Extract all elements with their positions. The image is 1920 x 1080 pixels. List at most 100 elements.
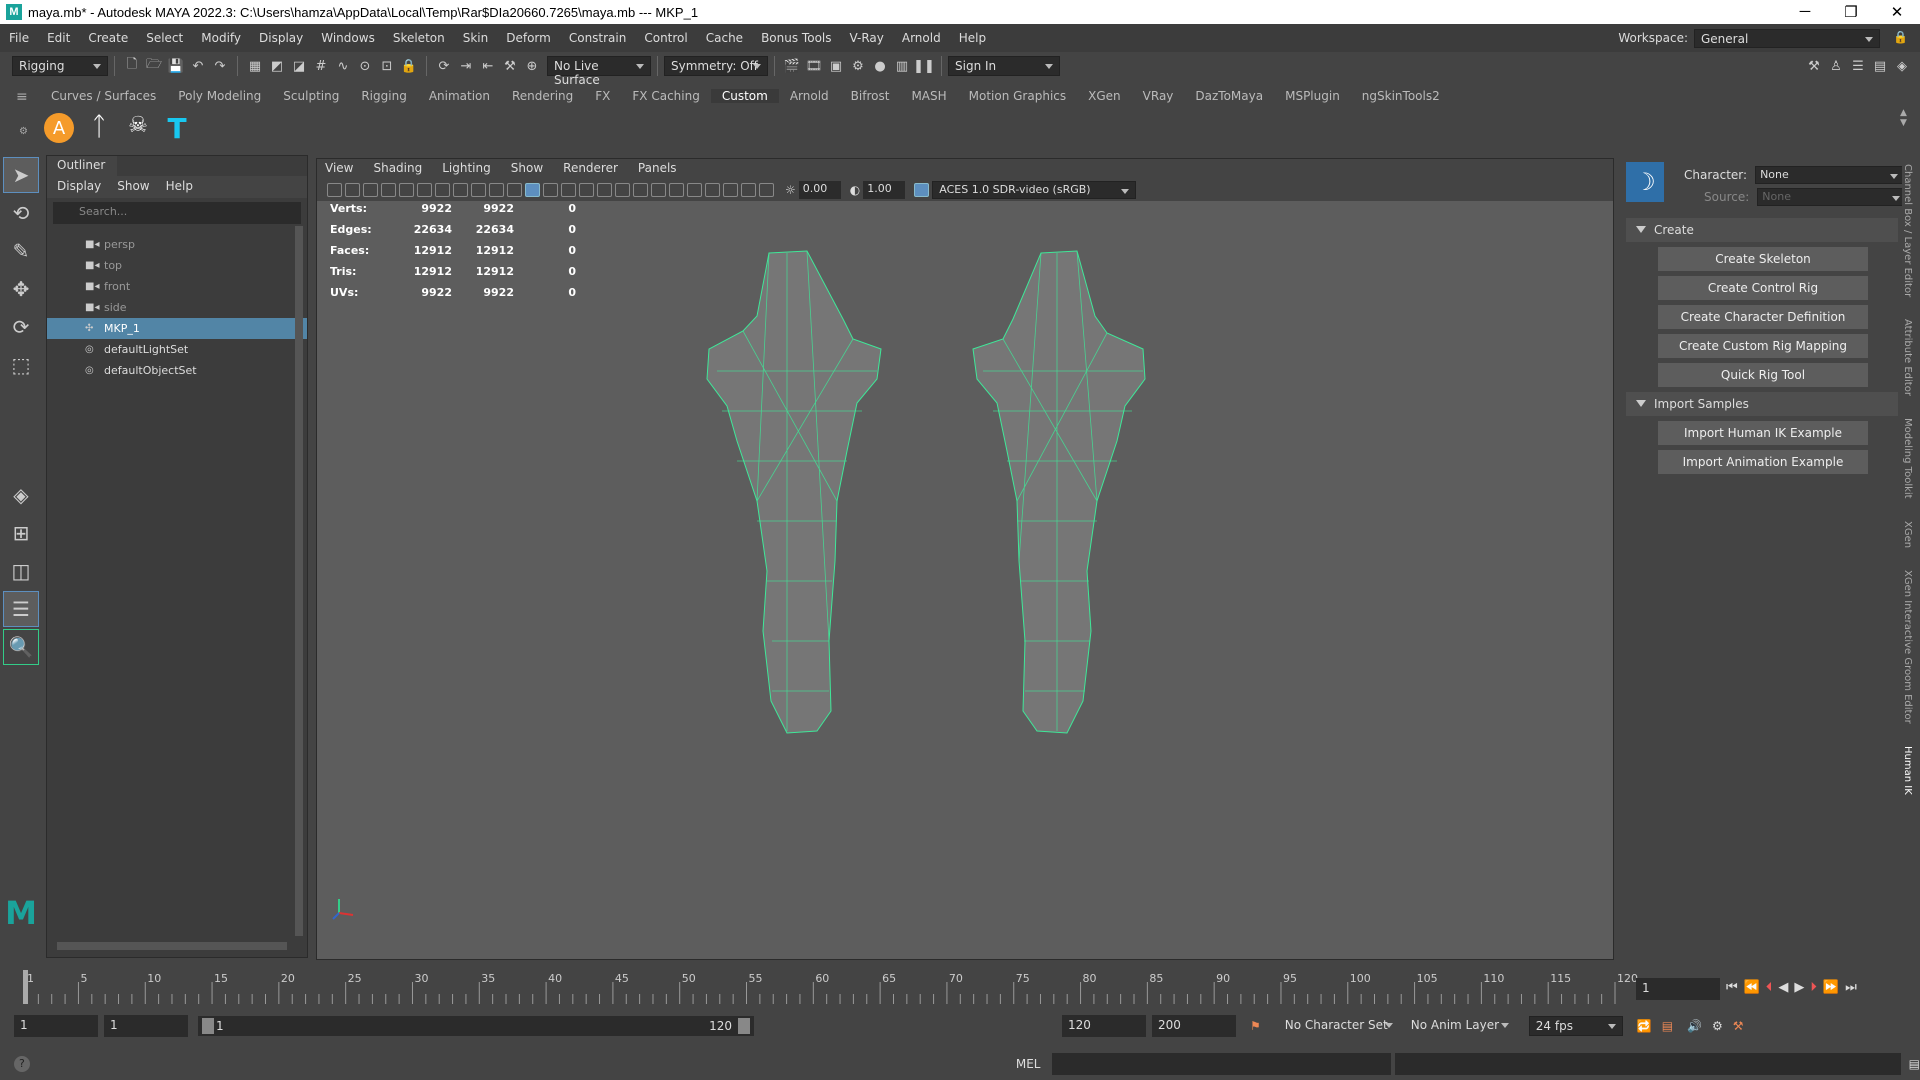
move-tool-icon[interactable]: ✥ <box>3 271 39 307</box>
time-slider[interactable]: 1 5 10 15 20 25 30 35 40 45 50 55 60 65 70 75 80 85 90 95 10… <box>0 968 1920 1012</box>
scene-end-field[interactable]: 200 <box>1152 1015 1236 1037</box>
film-gate-icon[interactable] <box>417 183 432 197</box>
tab-xgen-groom-editor[interactable]: XGen Interactive Groom Editor <box>1902 570 1913 724</box>
wireframe-icon[interactable] <box>525 183 540 197</box>
scale-tool-icon[interactable]: ⬚ <box>3 347 39 383</box>
menu-cache[interactable]: Cache <box>697 31 752 45</box>
tab-human-ik[interactable]: Human IK <box>1902 746 1913 795</box>
two-view-icon[interactable]: ◫ <box>3 553 39 589</box>
redo-icon[interactable]: ↷ <box>210 56 230 76</box>
shelf-tab-bifrost[interactable]: Bifrost <box>840 89 901 103</box>
save-scene-icon[interactable]: 💾 <box>166 56 186 76</box>
viewport-menu-view[interactable]: View <box>325 161 353 177</box>
range-slider[interactable]: 1 120 <box>198 1016 754 1036</box>
auto-key-icon[interactable]: ⚑ <box>1250 1019 1261 1033</box>
loop-icon[interactable]: 🔁 <box>1637 1019 1652 1033</box>
exposure-field[interactable]: 0.00 <box>798 181 841 199</box>
field-chart-icon[interactable] <box>471 183 486 197</box>
menu-deform[interactable]: Deform <box>497 31 560 45</box>
scene-start-field[interactable]: 1 <box>14 1015 98 1037</box>
shelf-tab-custom[interactable]: Custom <box>710 89 779 103</box>
playback-end-field[interactable]: 120 <box>1062 1015 1146 1037</box>
step-forward-frame-icon[interactable]: ⏵ <box>1810 980 1817 995</box>
outliner-vertical-scrollbar[interactable] <box>295 226 303 936</box>
shelf-tab-daztomaya[interactable]: DazToMaya <box>1184 89 1274 103</box>
select-by-object-icon[interactable]: ◩ <box>267 56 287 76</box>
step-back-key-icon[interactable]: ⏪ <box>1744 980 1760 995</box>
skull-shelf-icon[interactable]: ☠ <box>124 113 152 143</box>
help-icon[interactable]: ? <box>14 1055 30 1072</box>
shelf-tab-rigging[interactable]: Rigging <box>350 89 417 103</box>
camera-select-icon[interactable] <box>327 183 342 197</box>
create-section-header[interactable]: Create <box>1626 218 1898 242</box>
menu-skeleton[interactable]: Skeleton <box>384 31 454 45</box>
snap-curve-icon[interactable]: ∿ <box>333 56 353 76</box>
shelf-tab-curves-surfaces[interactable]: Curves / Surfaces <box>40 89 167 103</box>
menuset-dropdown[interactable]: Rigging <box>12 56 108 76</box>
render-view-icon[interactable]: 🎬 <box>782 56 802 76</box>
backface-icon[interactable] <box>759 183 774 197</box>
viewport-menu-show[interactable]: Show <box>511 161 543 177</box>
shelf-tab-motion-graphics[interactable]: Motion Graphics <box>958 89 1078 103</box>
shelf-tab-sculpting[interactable]: Sculpting <box>272 89 350 103</box>
outliner-menu-display[interactable]: Display <box>57 179 101 195</box>
grid-toggle-icon[interactable] <box>399 183 414 197</box>
isolate-select-icon[interactable] <box>705 183 720 197</box>
bookmark-icon[interactable] <box>363 183 378 197</box>
resolution-gate-icon[interactable] <box>435 183 450 197</box>
xray-joints-icon[interactable] <box>741 183 756 197</box>
quick-rig-tool-button[interactable]: Quick Rig Tool <box>1658 363 1868 387</box>
modeling-toolkit-icon[interactable]: ⚒ <box>1804 56 1824 76</box>
select-by-hierarchy-icon[interactable]: ▦ <box>245 56 265 76</box>
shelf-options-icon[interactable]: ⚙ <box>19 126 28 137</box>
menu-control[interactable]: Control <box>635 31 696 45</box>
snap-point-icon[interactable]: ⊙ <box>355 56 375 76</box>
viewport-menu-shading[interactable]: Shading <box>373 161 422 177</box>
outliner-item-front[interactable]: ■◂ front <box>47 276 307 297</box>
menu-windows[interactable]: Windows <box>312 31 384 45</box>
character-dropdown[interactable]: None <box>1755 166 1906 184</box>
import-samples-section-header[interactable]: Import Samples <box>1626 392 1898 416</box>
ipr-render-icon[interactable]: ▣ <box>826 56 846 76</box>
command-input[interactable] <box>1052 1052 1392 1075</box>
motion-blur-icon[interactable] <box>651 183 666 197</box>
lock-selection-icon[interactable]: 🔒 <box>399 56 419 76</box>
select-tool-icon[interactable]: ➤ <box>3 157 39 193</box>
menu-vray[interactable]: V-Ray <box>841 31 893 45</box>
menu-help[interactable]: Help <box>950 31 995 45</box>
use-lights-icon[interactable] <box>597 183 612 197</box>
menu-skin[interactable]: Skin <box>454 31 498 45</box>
open-scene-icon[interactable]: 🗁 <box>144 56 164 76</box>
outliner-item-defaultlightset[interactable]: ◎ defaultLightSet <box>47 339 307 360</box>
camera-attributes-icon[interactable] <box>345 183 360 197</box>
shelf-tab-vray[interactable]: VRay <box>1132 89 1185 103</box>
snap-view-icon[interactable]: ⊡ <box>377 56 397 76</box>
step-forward-key-icon[interactable]: ⏩ <box>1823 980 1839 995</box>
rig-shelf-icon[interactable]: T <box>162 112 192 145</box>
smooth-shade-icon[interactable] <box>543 183 558 197</box>
tool-settings-icon[interactable]: ◈ <box>1892 56 1912 76</box>
construction-icon[interactable]: ⚒ <box>500 56 520 76</box>
outliner-search-input[interactable]: Search... <box>53 202 301 224</box>
undo-icon[interactable]: ↶ <box>188 56 208 76</box>
go-to-start-icon[interactable]: ⏮ <box>1726 980 1738 995</box>
pause-icon[interactable]: ❚❚ <box>913 56 935 76</box>
xray-icon[interactable] <box>723 183 738 197</box>
output-ops-icon[interactable]: ⇤ <box>478 56 498 76</box>
gamma-field[interactable]: 1.00 <box>863 181 906 199</box>
range-start-handle[interactable] <box>202 1018 214 1034</box>
playback-prefs-icon[interactable]: ⚙ <box>1712 1019 1723 1033</box>
minimize-button[interactable]: ─ <box>1782 3 1828 21</box>
outliner-item-side[interactable]: ■◂ side <box>47 297 307 318</box>
menu-arnold[interactable]: Arnold <box>893 31 950 45</box>
tab-xgen[interactable]: XGen <box>1902 521 1913 548</box>
depth-of-field-icon[interactable] <box>687 183 702 197</box>
channel-box-icon[interactable]: ☰ <box>1848 56 1868 76</box>
tab-modeling-toolkit[interactable]: Modeling Toolkit <box>1902 418 1913 499</box>
step-back-frame-icon[interactable]: ⏴ <box>1766 980 1773 995</box>
gate-mask-icon[interactable] <box>453 183 468 197</box>
shelf-scroll-icon[interactable]: ▲ ▼ <box>1900 108 1907 128</box>
outliner-layout-icon[interactable]: ☰ <box>3 591 39 627</box>
hik-icon[interactable]: ♙ <box>1826 56 1846 76</box>
anti-aliasing-icon[interactable] <box>669 183 684 197</box>
